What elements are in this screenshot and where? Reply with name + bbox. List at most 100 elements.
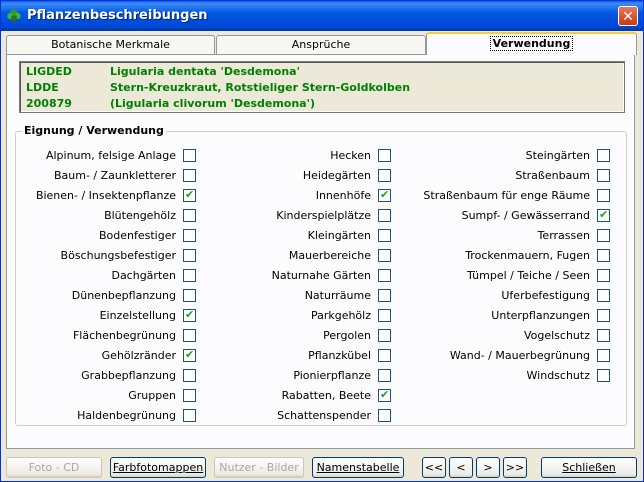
- checkbox[interactable]: [597, 269, 610, 282]
- checkbox[interactable]: [597, 369, 610, 382]
- usage-option[interactable]: Naturnahe Gärten: [216, 268, 391, 284]
- usage-option-label: Alpinum, felsige Anlage: [45, 149, 176, 162]
- checkbox[interactable]: [378, 289, 391, 302]
- usage-option[interactable]: Kinderspielplätze: [216, 208, 391, 224]
- usage-option[interactable]: Rabatten, Beete: [216, 388, 391, 404]
- usage-option[interactable]: Parkgehölz: [216, 308, 391, 324]
- checkbox[interactable]: [378, 309, 391, 322]
- checkbox-checked[interactable]: [378, 188, 391, 202]
- checkbox[interactable]: [183, 149, 196, 162]
- tab-ansprueche[interactable]: Ansprüche: [216, 35, 426, 54]
- usage-option[interactable]: Pergolen: [216, 328, 391, 344]
- checkbox-checked[interactable]: [183, 188, 196, 202]
- checkbox[interactable]: [597, 289, 610, 302]
- close-icon: ✕: [622, 9, 634, 25]
- usage-option[interactable]: Pionierpflanze: [216, 368, 391, 384]
- previous-record-button[interactable]: <: [449, 457, 473, 478]
- usage-option[interactable]: Windschutz: [425, 368, 610, 384]
- checkbox[interactable]: [183, 229, 196, 242]
- usage-option[interactable]: Naturräume: [216, 288, 391, 304]
- checkbox[interactable]: [378, 369, 391, 382]
- usage-option[interactable]: Gehölzränder: [21, 348, 196, 364]
- tab-label: Verwendung: [489, 36, 574, 51]
- checkbox[interactable]: [378, 329, 391, 342]
- checkbox[interactable]: [183, 369, 196, 382]
- checkbox[interactable]: [183, 329, 196, 342]
- foto-cd-button[interactable]: Foto - CD: [6, 457, 102, 478]
- usage-option[interactable]: Böschungsbefestiger: [21, 248, 196, 264]
- usage-option[interactable]: Flächenbegrünung: [21, 328, 196, 344]
- usage-option[interactable]: Bodenfestiger: [21, 228, 196, 244]
- usage-option[interactable]: Tümpel / Teiche / Seen: [425, 268, 610, 284]
- usage-option[interactable]: Gruppen: [21, 388, 196, 404]
- checkbox[interactable]: [378, 229, 391, 242]
- last-record-button[interactable]: >>: [503, 457, 527, 478]
- usage-option[interactable]: Wand- / Mauerbegrünung: [425, 348, 610, 364]
- usage-option[interactable]: Unterpflanzungen: [425, 308, 610, 324]
- first-record-button[interactable]: <<: [422, 457, 446, 478]
- checkbox[interactable]: [597, 329, 610, 342]
- usage-option-label: Uferbefestigung: [501, 289, 590, 302]
- usage-option[interactable]: Uferbefestigung: [425, 288, 610, 304]
- usage-option[interactable]: Dünenbepflanzung: [21, 288, 196, 304]
- checkbox[interactable]: [597, 229, 610, 242]
- checkbox[interactable]: [378, 349, 391, 362]
- usage-option[interactable]: Heidegärten: [216, 168, 391, 184]
- schliessen-button[interactable]: Schließen: [541, 457, 637, 478]
- usage-option[interactable]: Straßenbaum: [425, 168, 610, 184]
- namenstabelle-button[interactable]: Namenstabelle: [312, 457, 404, 478]
- farbfotomappen-button[interactable]: Farbfotomappen: [110, 457, 206, 478]
- checkbox[interactable]: [378, 269, 391, 282]
- checkbox-checked[interactable]: [597, 208, 610, 222]
- nutzer-bilder-button[interactable]: Nutzer - Bilder: [214, 457, 304, 478]
- checkbox[interactable]: [597, 189, 610, 202]
- checkbox[interactable]: [597, 149, 610, 162]
- usage-option[interactable]: Mauerbereiche: [216, 248, 391, 264]
- usage-option[interactable]: Sumpf- / Gewässerrand: [425, 208, 610, 224]
- usage-option[interactable]: Baum- / Zaunkletterer: [21, 168, 196, 184]
- usage-option[interactable]: Pflanzkübel: [216, 348, 391, 364]
- usage-option[interactable]: Dachgärten: [21, 268, 196, 284]
- usage-option[interactable]: Trockenmauern, Fugen: [425, 248, 610, 264]
- checkbox[interactable]: [183, 289, 196, 302]
- usage-option[interactable]: Blütengehölz: [21, 208, 196, 224]
- checkbox-checked[interactable]: [378, 388, 391, 402]
- checkbox[interactable]: [597, 349, 610, 362]
- next-record-button[interactable]: >: [476, 457, 500, 478]
- tab-botanische-merkmale[interactable]: Botanische Merkmale: [6, 35, 215, 54]
- checkbox[interactable]: [183, 409, 196, 422]
- checkbox[interactable]: [183, 169, 196, 182]
- checkbox[interactable]: [378, 209, 391, 222]
- tab-verwendung[interactable]: Verwendung: [426, 32, 637, 55]
- usage-option[interactable]: Haldenbegrünung: [21, 408, 196, 424]
- usage-option[interactable]: Hecken: [216, 148, 391, 164]
- usage-option[interactable]: Kleingärten: [216, 228, 391, 244]
- checkbox[interactable]: [183, 269, 196, 282]
- checkbox[interactable]: [378, 249, 391, 262]
- close-window-button[interactable]: ✕: [618, 6, 638, 26]
- usage-option-label: Pionierpflanze: [293, 369, 371, 382]
- usage-option[interactable]: Bienen- / Insektenpflanze: [21, 188, 196, 204]
- checkbox-checked[interactable]: [183, 348, 196, 362]
- usage-option[interactable]: Schattenspender: [216, 408, 391, 424]
- next-icon: >: [483, 461, 493, 474]
- title-bar[interactable]: Pflanzenbeschreibungen ✕: [1, 1, 643, 31]
- checkbox[interactable]: [183, 249, 196, 262]
- checkbox[interactable]: [183, 209, 196, 222]
- checkbox[interactable]: [597, 249, 610, 262]
- checkbox[interactable]: [597, 309, 610, 322]
- checkbox[interactable]: [183, 389, 196, 402]
- usage-option[interactable]: Straßenbaum für enge Räume: [423, 188, 610, 204]
- usage-option[interactable]: Steingärten: [425, 148, 610, 164]
- usage-option[interactable]: Einzelstellung: [21, 308, 196, 324]
- usage-option[interactable]: Vogelschutz: [425, 328, 610, 344]
- checkbox-checked[interactable]: [183, 308, 196, 322]
- usage-option[interactable]: Innenhöfe: [216, 188, 391, 204]
- usage-option[interactable]: Terrassen: [425, 228, 610, 244]
- usage-option[interactable]: Alpinum, felsige Anlage: [21, 148, 196, 164]
- usage-option[interactable]: Grabbepflanzung: [21, 368, 196, 384]
- checkbox[interactable]: [378, 409, 391, 422]
- checkbox[interactable]: [378, 169, 391, 182]
- checkbox[interactable]: [597, 169, 610, 182]
- checkbox[interactable]: [378, 149, 391, 162]
